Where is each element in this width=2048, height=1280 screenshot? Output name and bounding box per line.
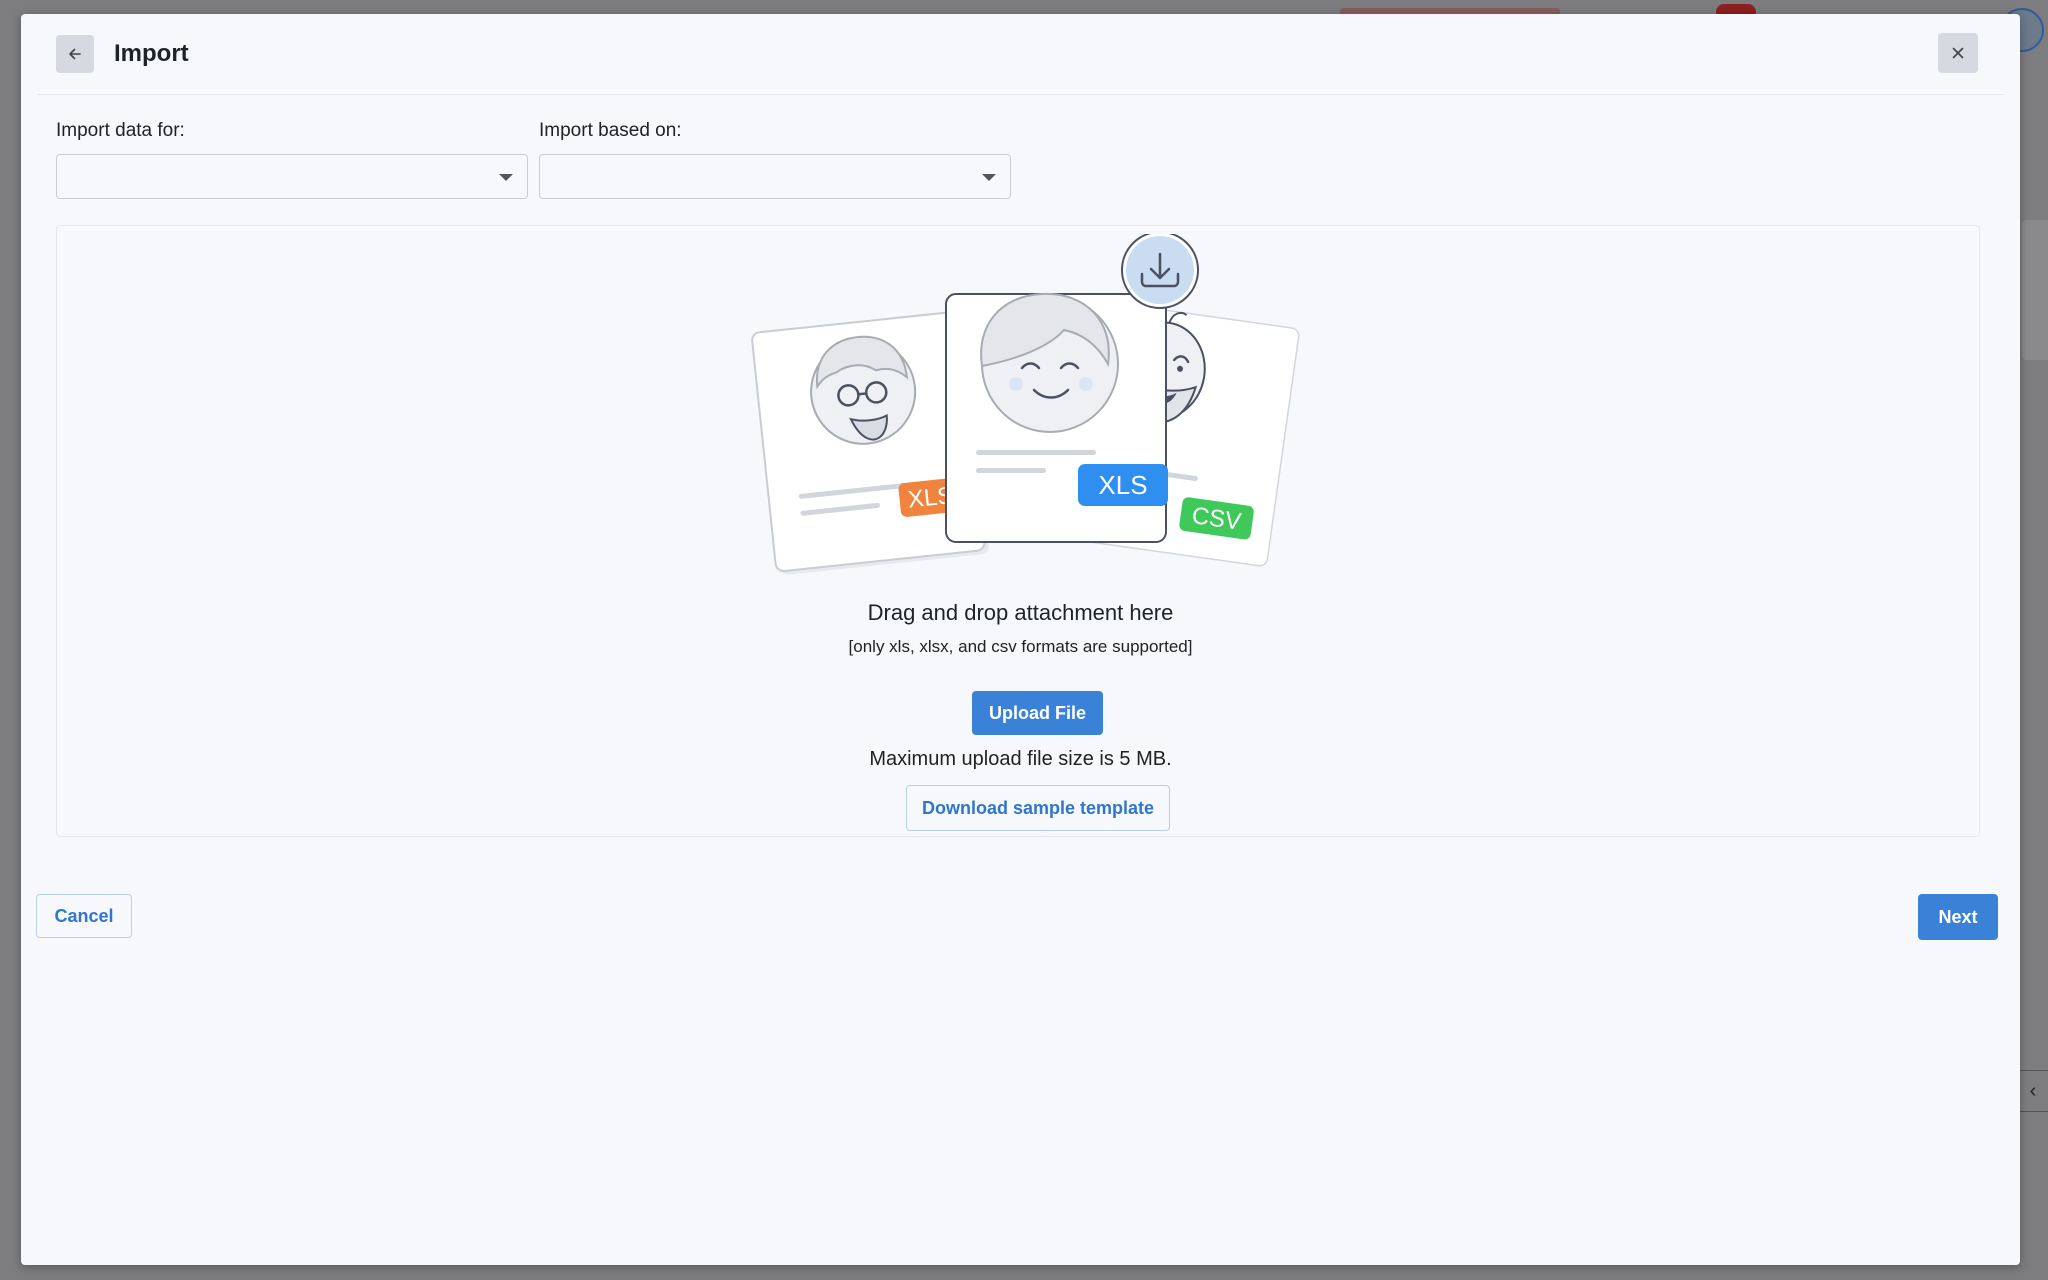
next-button[interactable]: Next [1918, 894, 1998, 940]
dropzone-title: Drag and drop attachment here [867, 600, 1174, 625]
arrow-left-icon [69, 48, 81, 60]
download-template-button[interactable]: Download sample template [906, 785, 1170, 831]
caret-down-icon [982, 174, 996, 181]
import-based-on-label: Import based on: [539, 120, 682, 141]
caret-down-icon [499, 174, 513, 181]
background-side-panel [2022, 220, 2048, 360]
close-button[interactable] [1938, 33, 1978, 73]
back-button[interactable] [56, 35, 94, 73]
max-file-size-text: Maximum upload file size is 5 MB. [869, 748, 1172, 770]
modal-header: Import [21, 14, 2020, 94]
xls-badge: XLS [1098, 470, 1147, 500]
import-data-for-select[interactable] [56, 154, 528, 199]
close-icon [1952, 47, 1964, 59]
cancel-button[interactable]: Cancel [36, 894, 132, 938]
import-data-for-label: Import data for: [56, 120, 185, 141]
header-divider [37, 94, 2004, 95]
modal-title: Import [114, 40, 189, 67]
upload-file-button[interactable]: Upload File [972, 691, 1103, 735]
import-modal: Import Import data for: Import based on: [21, 14, 2020, 1265]
background-collapse-icon: ‹ [2018, 1070, 2048, 1112]
import-based-on-select[interactable] [539, 154, 1011, 199]
file-formats-illustration: XLSX CSV XLS [751, 234, 1300, 575]
dropzone-subtitle: [only xls, xlsx, and csv formats are sup… [848, 637, 1193, 656]
